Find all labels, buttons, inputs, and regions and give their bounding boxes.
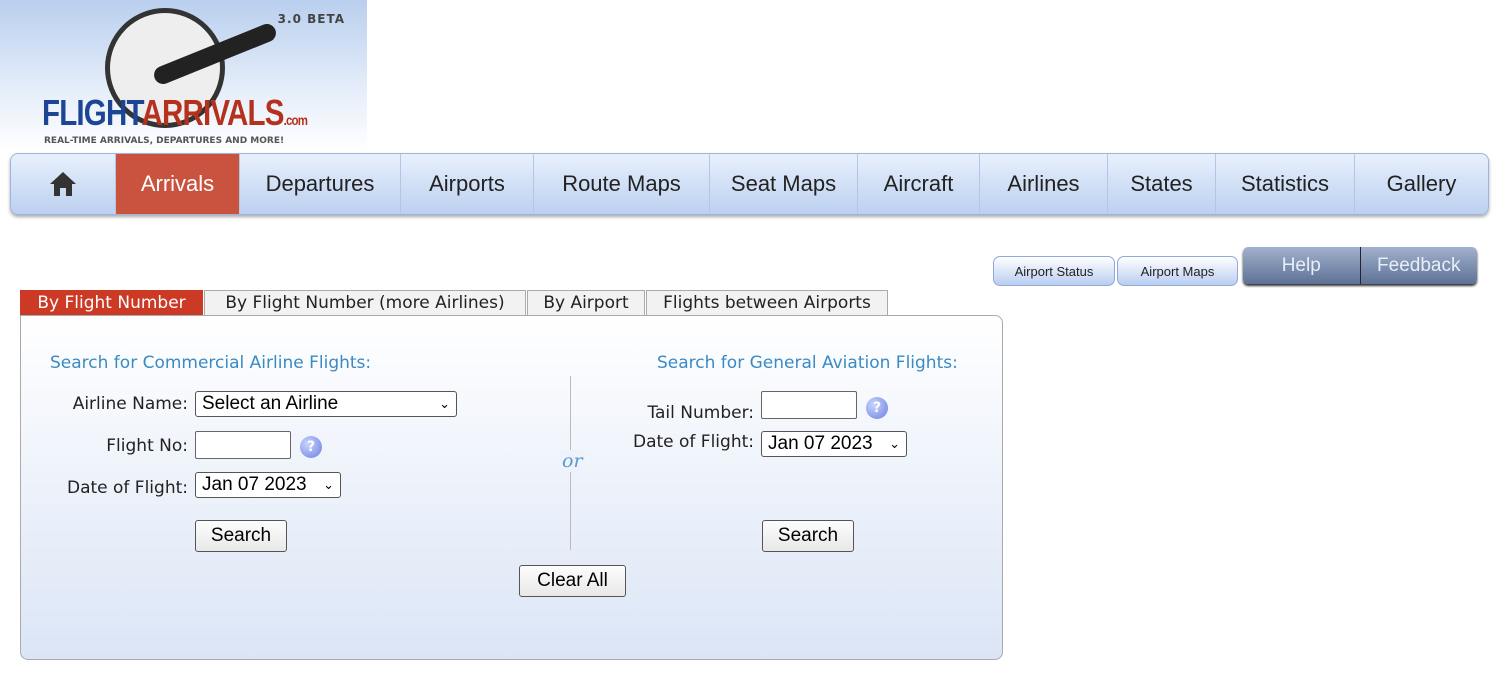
tail-number-label: Tail Number: xyxy=(647,403,754,423)
help-question-icon[interactable]: ? xyxy=(866,397,888,419)
tab-by-flight-number[interactable]: By Flight Number xyxy=(20,290,203,316)
ga-date-select[interactable]: Jan 07 2023 ⌄ xyxy=(761,431,907,457)
tagline: REAL-TIME ARRIVALS, DEPARTURES AND MORE! xyxy=(44,136,285,146)
nav-departures[interactable]: Departures xyxy=(240,154,401,214)
commercial-heading: Search for Commercial Airline Flights: xyxy=(50,353,372,373)
date-select-value: Jan 07 2023 xyxy=(202,474,307,495)
flight-no-input[interactable] xyxy=(195,431,291,459)
help-feedback-group: Help Feedback xyxy=(1243,247,1477,284)
main-nav: Arrivals Departures Airports Route Maps … xyxy=(10,153,1489,215)
brand-wordmark: FLIGHTARRIVALS.com xyxy=(42,92,308,133)
home-icon xyxy=(50,172,76,196)
airport-status-button[interactable]: Airport Status xyxy=(993,256,1115,286)
nav-airports[interactable]: Airports xyxy=(401,154,534,214)
airport-maps-button[interactable]: Airport Maps xyxy=(1117,256,1238,286)
help-button[interactable]: Help xyxy=(1243,247,1361,284)
nav-aircraft[interactable]: Aircraft xyxy=(858,154,980,214)
version-label: 3.0 BETA xyxy=(277,12,345,26)
nav-route-maps[interactable]: Route Maps xyxy=(534,154,710,214)
tab-by-airport[interactable]: By Airport xyxy=(527,290,645,316)
chevron-down-icon: ⌄ xyxy=(323,477,334,492)
clear-all-button[interactable]: Clear All xyxy=(519,565,626,597)
nav-arrivals[interactable]: Arrivals xyxy=(116,154,240,214)
tab-flights-between-airports[interactable]: Flights between Airports xyxy=(646,290,888,316)
or-label: or xyxy=(560,450,585,472)
nav-gallery[interactable]: Gallery xyxy=(1355,154,1488,214)
date-select[interactable]: Jan 07 2023 ⌄ xyxy=(195,472,341,498)
ga-search-button[interactable]: Search xyxy=(762,520,854,552)
nav-statistics[interactable]: Statistics xyxy=(1216,154,1355,214)
ga-date-label: Date of Flight: xyxy=(632,432,754,452)
site-logo[interactable]: 3.0 BETA FLIGHTARRIVALS.com REAL-TIME AR… xyxy=(0,0,367,152)
nav-states[interactable]: States xyxy=(1108,154,1216,214)
feedback-button[interactable]: Feedback xyxy=(1361,247,1478,284)
nav-airlines[interactable]: Airlines xyxy=(980,154,1108,214)
chevron-down-icon: ⌄ xyxy=(889,436,900,451)
flight-no-label: Flight No: xyxy=(106,436,188,456)
chevron-down-icon: ⌄ xyxy=(439,396,450,411)
help-question-icon[interactable]: ? xyxy=(300,436,322,458)
nav-home[interactable] xyxy=(11,154,116,214)
tab-by-flight-number-more[interactable]: By Flight Number (more Airlines) xyxy=(204,290,526,316)
airline-select[interactable]: Select an Airline ⌄ xyxy=(195,391,457,417)
airline-label: Airline Name: xyxy=(72,394,188,414)
tail-number-input[interactable] xyxy=(761,391,857,419)
commercial-search-button[interactable]: Search xyxy=(195,520,287,552)
nav-seat-maps[interactable]: Seat Maps xyxy=(710,154,858,214)
date-label: Date of Flight: xyxy=(66,478,188,498)
general-heading: Search for General Aviation Flights: xyxy=(657,353,958,373)
airline-select-value: Select an Airline xyxy=(202,393,339,414)
ga-date-select-value: Jan 07 2023 xyxy=(768,433,873,454)
